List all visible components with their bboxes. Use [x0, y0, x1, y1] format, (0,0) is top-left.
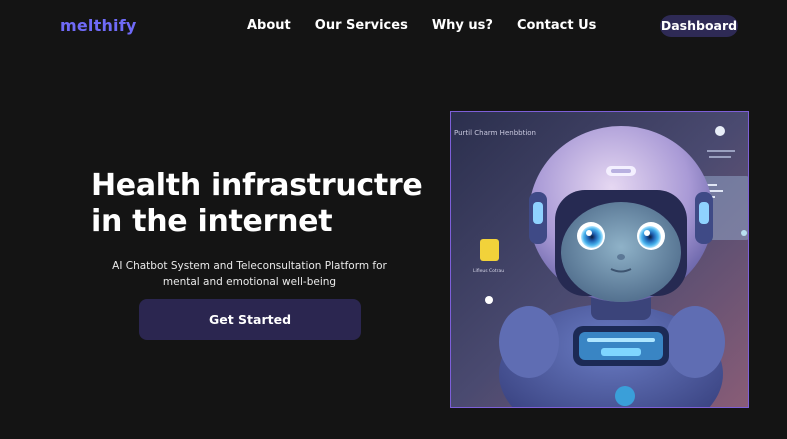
white-dot-icon: [485, 296, 493, 304]
floating-dot-icon: [715, 126, 725, 136]
dashboard-button[interactable]: Dashboard: [660, 15, 738, 37]
nav-link-services[interactable]: Our Services: [315, 18, 408, 33]
brand-logo[interactable]: melthify: [60, 16, 137, 35]
hero-headline-line-2: in the internet: [91, 204, 333, 239]
main-nav: About Our Services Why us? Contact Us: [247, 18, 620, 33]
nav-link-contact[interactable]: Contact Us: [517, 18, 596, 33]
nav-link-why-us[interactable]: Why us?: [432, 18, 493, 33]
image-caption-top: Purtil Charm Henbbtion: [454, 129, 536, 137]
hero-headline: Health infrastructre in the internet: [91, 168, 431, 240]
image-caption-left: Lifleus Cotrau: [473, 268, 504, 274]
yellow-note-icon: [480, 239, 499, 261]
get-started-button[interactable]: Get Started: [139, 299, 361, 340]
hero-subtext: AI Chatbot System and Teleconsultation P…: [112, 260, 387, 288]
landing-page: melthify About Our Services Why us? Cont…: [0, 0, 787, 439]
hero-headline-line-1: Health infrastructre: [91, 168, 423, 203]
hero-robot-image: Purtil Charm Henbbtion Lifleus Cotrau: [450, 111, 749, 408]
robot-illustration: Purtil Charm Henbbtion Lifleus Cotrau: [451, 112, 748, 407]
nav-link-about[interactable]: About: [247, 18, 291, 33]
